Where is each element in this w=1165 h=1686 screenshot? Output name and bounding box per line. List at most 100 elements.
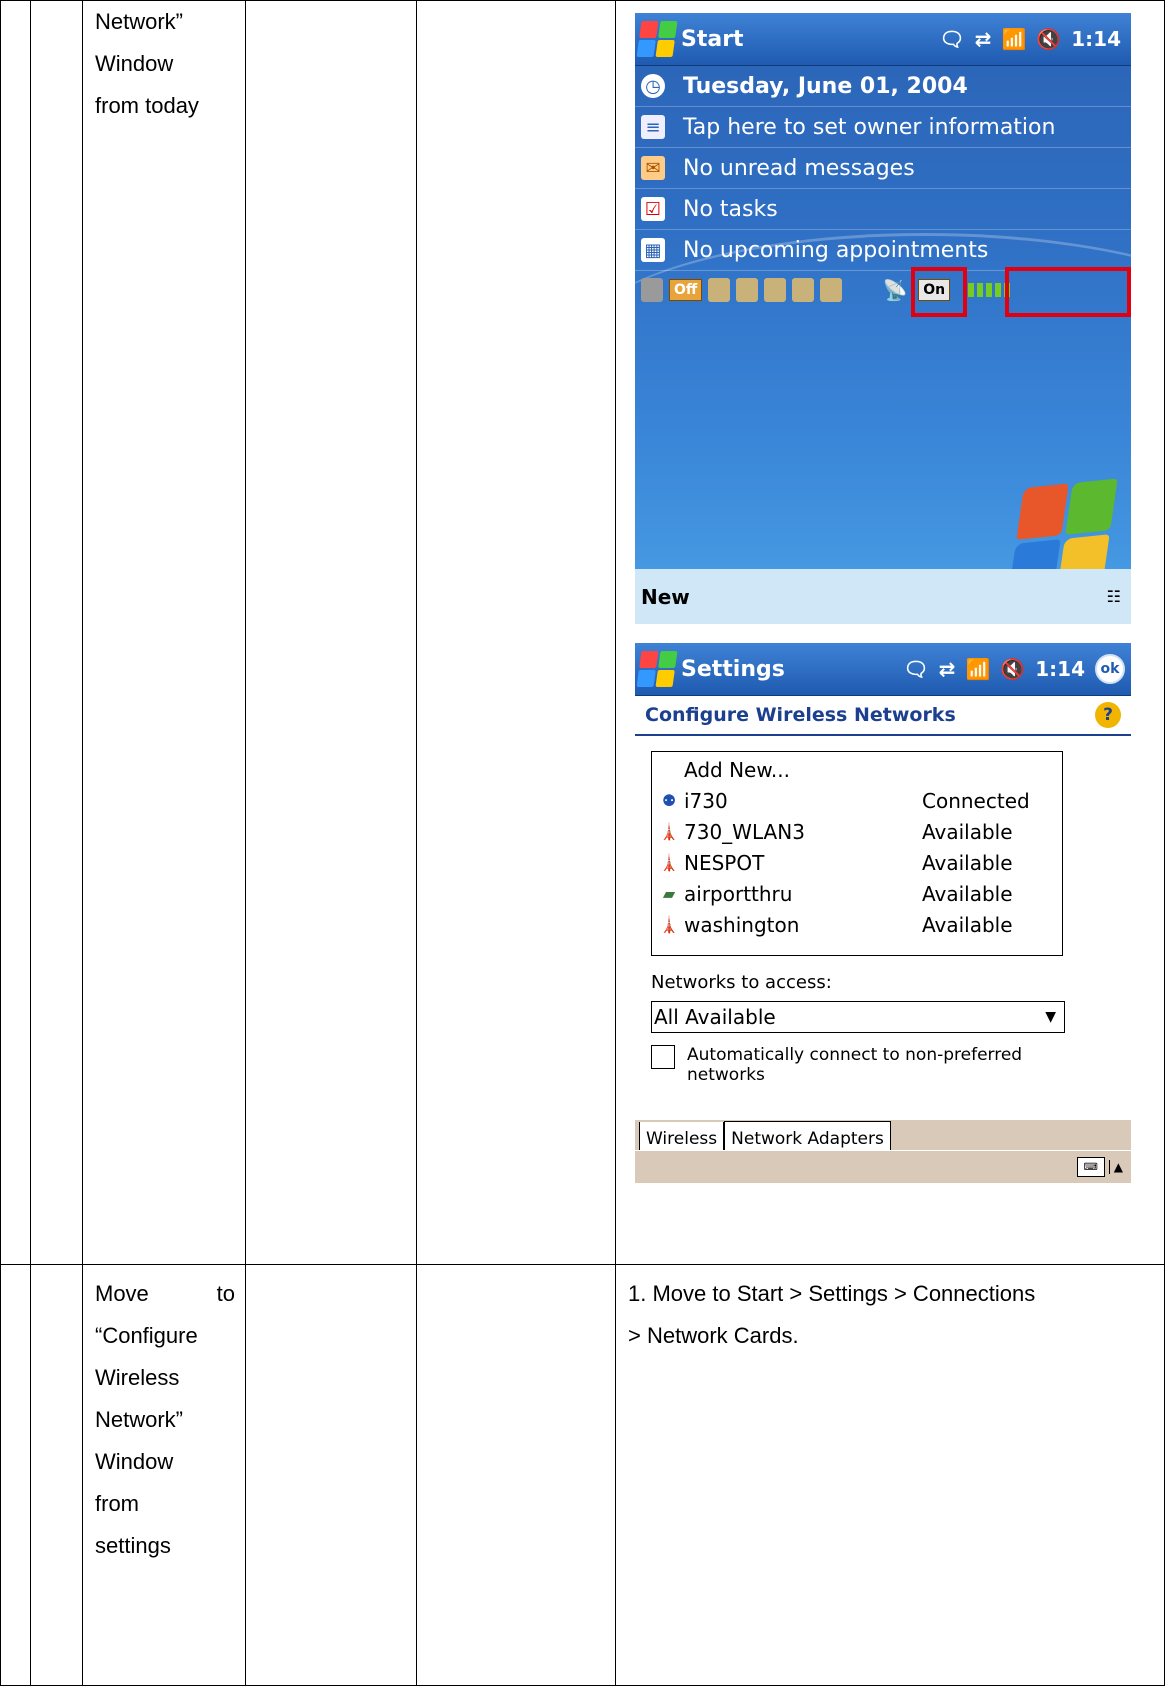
network-icon[interactable]: [764, 278, 787, 302]
network-status: Available: [922, 819, 1013, 844]
auto-connect-checkbox[interactable]: [651, 1045, 675, 1069]
step-line: Window: [95, 51, 174, 76]
mouse-icon[interactable]: [820, 278, 843, 302]
list-item[interactable]: 🗼 730_WLAN3 Available: [652, 816, 1062, 847]
step-line: from: [95, 1491, 139, 1516]
step-line: Network”: [95, 1407, 184, 1432]
connectivity-icon[interactable]: ⇄: [939, 657, 956, 681]
message-icon[interactable]: 🗨: [903, 657, 928, 681]
input-menu-arrow-icon[interactable]: ▲: [1108, 1160, 1123, 1174]
network-list[interactable]: Add New... ⚉ i730 Connected 🗼 730_WLAN3 Avai…: [651, 751, 1063, 956]
messages-row[interactable]: ✉ No unread messages: [635, 148, 1131, 189]
select-value: All Available: [654, 1005, 776, 1029]
networks-to-access-select[interactable]: All Available ▼: [651, 1001, 1065, 1033]
network-name: i730: [684, 788, 728, 813]
table-cell: [416, 1264, 616, 1686]
table-cell: [0, 0, 31, 1265]
step-line: Move to: [95, 1281, 235, 1306]
auto-connect-option[interactable]: Automatically connect to non-preferred ne…: [651, 1045, 1131, 1085]
task-check-icon: ☑: [641, 197, 665, 221]
bluetooth-icon[interactable]: [641, 278, 663, 302]
volume-mute-icon[interactable]: 🔇: [1036, 27, 1061, 51]
access-point-icon: 🗼: [659, 915, 679, 934]
table-cell: [30, 0, 83, 1265]
step-line: Wireless: [95, 1365, 180, 1390]
owner-row[interactable]: ≡ Tap here to set owner information: [635, 107, 1131, 148]
dropdown-arrow-icon[interactable]: ▼: [1045, 1009, 1056, 1025]
settings-title-bar: Settings 🗨 ⇄ 📶 🔇 1:14 ok: [635, 643, 1131, 696]
wireless-plugin-bar: Off 📡 On: [635, 267, 1131, 317]
adhoc-card-icon: ▰: [662, 884, 676, 903]
step-name-cell: Network” Window from today: [82, 0, 246, 1265]
highlight-box-signal: [1005, 267, 1131, 317]
clock[interactable]: 1:14: [1035, 657, 1085, 681]
signal-strength-bars: [968, 283, 1011, 297]
message-icon[interactable]: 🗨: [939, 27, 964, 51]
today-date: Tuesday, June 01, 2004: [683, 73, 968, 99]
step-line: Network”: [95, 9, 184, 34]
signal-icon[interactable]: 📶: [965, 657, 990, 681]
auto-connect-label: Automatically connect to non-preferred: [687, 1045, 1023, 1065]
ok-button[interactable]: ok: [1095, 654, 1125, 684]
connectivity-icon[interactable]: ⇄: [975, 27, 992, 51]
network-name: NESPOT: [684, 850, 765, 875]
connection-status-icon[interactable]: ☷: [1107, 587, 1121, 606]
bluetooth-off-button[interactable]: Off: [669, 279, 703, 301]
description-cell: 1. Move to Start > Settings > Connection…: [615, 1264, 1165, 1686]
description-line: 1. Move to Start > Settings > Connection…: [628, 1281, 1036, 1306]
soft-input-bar: ⌨ ▲: [635, 1150, 1131, 1183]
table-row: Network” Window from today Start 🗨 ⇄ 📶 🔇: [0, 0, 1165, 1265]
computer-icon[interactable]: [736, 278, 759, 302]
settings-title: Settings: [681, 656, 785, 682]
network-name: airportthru: [684, 881, 793, 906]
list-item[interactable]: 🗼 washington Available: [652, 909, 1062, 940]
procedure-table: Network” Window from today Start 🗨 ⇄ 📶 🔇: [0, 0, 1165, 1686]
list-item[interactable]: ▰ airportthru Available: [652, 878, 1062, 909]
clock[interactable]: 1:14: [1071, 27, 1121, 51]
keyboard-icon[interactable]: ⌨: [1076, 1157, 1105, 1177]
table-cell: [0, 1264, 31, 1686]
windows-start-icon[interactable]: [636, 21, 678, 57]
new-softkey[interactable]: New: [641, 585, 690, 609]
owner-text: Tap here to set owner information: [683, 114, 1056, 140]
description-line: > Network Cards.: [628, 1323, 799, 1348]
screenshot-cell: Start 🗨 ⇄ 📶 🔇 1:14 ◷ Tuesday, June 01, 20…: [615, 0, 1165, 1265]
sync-icon[interactable]: [708, 278, 731, 302]
volume-mute-icon[interactable]: 🔇: [1000, 657, 1025, 681]
step-line: Window: [95, 1449, 174, 1474]
list-item-add-new[interactable]: Add New...: [652, 754, 1062, 785]
start-menu-label[interactable]: Start: [681, 27, 744, 52]
list-item[interactable]: 🗼 NESPOT Available: [652, 847, 1062, 878]
network-status: Available: [922, 912, 1013, 937]
tasks-row[interactable]: ☑ No tasks: [635, 189, 1131, 230]
help-icon[interactable]: ?: [1095, 702, 1121, 728]
step-line: “Configure: [95, 1323, 198, 1348]
keyboard-icon[interactable]: [792, 278, 815, 302]
step-name-cell: Move to “Configure Wireless Network” Win…: [82, 1264, 246, 1686]
table-cell: [245, 0, 417, 1265]
networks-to-access-label: Networks to access:: [651, 972, 832, 993]
step-line: settings: [95, 1533, 171, 1558]
today-date-row[interactable]: ◷ Tuesday, June 01, 2004: [635, 66, 1131, 107]
step-line: from today: [95, 93, 199, 118]
envelope-icon: ✉: [641, 156, 665, 180]
signal-icon[interactable]: 📶: [1001, 27, 1026, 51]
tasks-text: No tasks: [683, 196, 778, 222]
access-point-icon: 🗼: [659, 853, 679, 872]
page-heading-bar: Configure Wireless Networks ?: [635, 696, 1131, 736]
table-cell: [245, 1264, 417, 1686]
wifi-antenna-icon[interactable]: 📡: [878, 278, 912, 302]
add-new-label: Add New...: [684, 757, 790, 782]
connected-antenna-icon: ⚉: [661, 791, 677, 810]
title-bar: Start 🗨 ⇄ 📶 🔇 1:14: [635, 13, 1131, 66]
owner-card-icon: ≡: [641, 115, 665, 139]
windows-start-icon[interactable]: [636, 651, 678, 687]
table-cell: [30, 1264, 83, 1686]
list-item[interactable]: ⚉ i730 Connected: [652, 785, 1062, 816]
today-screen: Start 🗨 ⇄ 📶 🔇 1:14 ◷ Tuesday, June 01, 20…: [635, 13, 1131, 624]
network-name: 730_WLAN3: [684, 819, 805, 844]
settings-screen: Settings 🗨 ⇄ 📶 🔇 1:14 ok Configure Wirel…: [635, 643, 1131, 1183]
command-bar: New ☷: [635, 569, 1131, 624]
table-row: Move to “Configure Wireless Network” Win…: [0, 1264, 1165, 1686]
highlight-box-antenna: [911, 267, 967, 317]
